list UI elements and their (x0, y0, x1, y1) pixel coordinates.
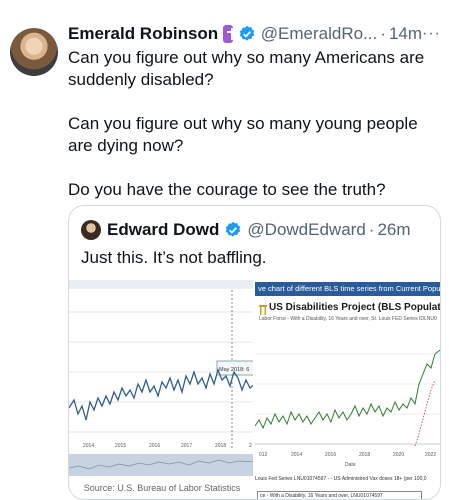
quoted-tweet-header: Edward Dowd @DowdEdward · 26m (81, 218, 411, 242)
x-tick-label: 2014 (291, 452, 302, 458)
quoted-author-handle: @DowdEdward (247, 220, 366, 239)
media-grid[interactable]: May 2018: 6 2014 2015 2016 2017 2018 2 S… (69, 280, 440, 499)
tweet-line: Can you figure out why so many Americans… (68, 48, 425, 89)
x-tick-label: 2016 (149, 443, 160, 449)
x-tick-label: 2020 (393, 452, 404, 458)
quoted-tweet-text: Just this. It’s not baffling. (81, 248, 267, 267)
verified-badge-icon (224, 221, 242, 239)
author-handle[interactable]: @EmeraldRo... (261, 24, 377, 44)
chart-navigator[interactable] (69, 454, 253, 476)
x-tick-label: 2 (249, 443, 252, 449)
bls-chart-image[interactable]: May 2018: 6 2014 2015 2016 2017 2018 2 S… (69, 280, 255, 499)
more-options-icon[interactable]: ··· (422, 25, 441, 43)
quoted-author-name: Edward Dowd (107, 220, 220, 239)
quoted-tweet-time: 26m (377, 220, 411, 239)
cross-emoji-icon (223, 25, 237, 43)
x-tick-label: 2018 (215, 443, 226, 449)
tweet-time[interactable]: 14m (389, 24, 422, 44)
tweet-line: Do you have the courage to see the truth… (68, 180, 386, 199)
author-name[interactable]: Emerald Robinson (68, 24, 218, 44)
x-tick-label: 2022 (425, 452, 436, 458)
tweet-line: Can you figure out why so many young peo… (68, 114, 418, 155)
x-tick-label: 012 (259, 452, 268, 458)
bls-line-chart: May 2018: 6 2014 2015 2016 2017 2018 2 (69, 290, 253, 450)
separator-dot: · (368, 220, 375, 239)
chart-legend: Louis Fed Series LNU01074597 - - US Admi… (255, 476, 427, 482)
quoted-author-avatar (81, 220, 101, 240)
tweet-header: Emerald Robinson @EmeraldRo... · 14m ··· (68, 22, 441, 46)
x-tick-label: 2017 (181, 443, 192, 449)
navigator-sparkline (69, 459, 253, 470)
x-tick-label: 2016 (325, 452, 336, 458)
x-tick-label: 2018 (359, 452, 370, 458)
tweet-body: Can you figure out why so many Americans… (68, 47, 443, 223)
separator-dot: · (380, 24, 386, 43)
disabilities-line-chart: 012 2014 2016 2018 2020 2022 Date (255, 349, 440, 468)
author-avatar[interactable] (10, 28, 58, 76)
chart-banner: ve chart of different BLS time series fr… (255, 282, 440, 296)
disabilities-chart-image[interactable]: ve chart of different BLS time series fr… (255, 280, 440, 499)
chart-source: Source: U.S. Bureau of Labor Statistics (83, 483, 241, 493)
x-tick-label: 2014 (83, 443, 94, 449)
x-axis-label: Date (345, 462, 356, 468)
series-select[interactable]: ce - With a Disability, 16 Years and ove… (257, 491, 422, 499)
quoted-tweet[interactable]: Edward Dowd @DowdEdward · 26m Just this.… (68, 205, 441, 500)
chart-title: US Disabilities Project (BLS Population … (269, 302, 440, 313)
chart-subtitle: Labor Force - With a Disability, 16 Year… (259, 316, 437, 322)
x-tick-label: 2015 (115, 443, 126, 449)
chart-tooltip: May 2018: 6 (219, 367, 249, 373)
verified-badge-icon (238, 25, 256, 43)
